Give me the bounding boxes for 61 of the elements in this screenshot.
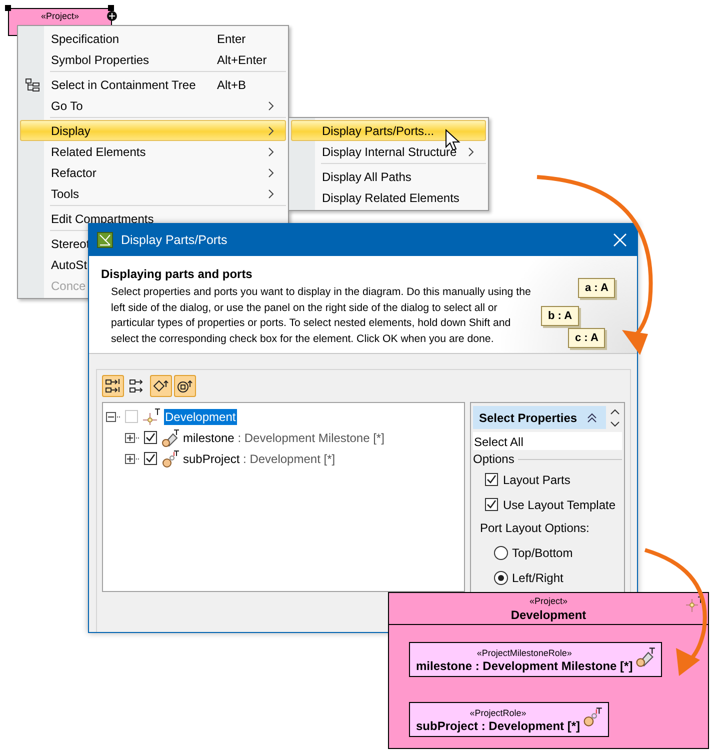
menu-item[interactable]: Display — [20, 120, 286, 141]
toolbar-button[interactable] — [150, 375, 172, 397]
menu-item[interactable]: Display Parts/Ports... — [291, 120, 486, 141]
checkbox-label: Use Layout Template — [503, 498, 616, 512]
menu-item[interactable]: Tools — [20, 183, 286, 204]
toolbar-button[interactable] — [174, 375, 196, 397]
stereotype-label: «Project» — [529, 596, 568, 606]
select-all-item[interactable]: Select All — [473, 432, 622, 450]
window-title: Display Parts/Ports — [121, 233, 228, 247]
tree-node[interactable]: milestone : Development Milestone [*] — [183, 430, 384, 444]
option-label: Port Layout Options: — [479, 520, 590, 537]
part-icon — [581, 707, 604, 727]
stereotype-label: «ProjectRole» — [470, 708, 526, 718]
app-icon — [97, 232, 113, 248]
tree-checkbox[interactable] — [144, 452, 157, 465]
part-icon — [160, 450, 180, 468]
menu-item[interactable]: Go To — [20, 95, 286, 116]
radio-label: Left/Right — [512, 570, 564, 584]
part-illustration: b : A — [541, 306, 580, 326]
tree-checkbox[interactable] — [144, 431, 157, 444]
menu-item[interactable]: Related Elements — [20, 141, 286, 162]
menu-item[interactable]: Symbol Properties Alt+Enter — [20, 49, 286, 70]
add-icon[interactable] — [107, 11, 117, 21]
group-label: Options — [473, 452, 514, 466]
part-illustration: a : A — [578, 278, 616, 298]
dialog-heading: Displaying parts and ports — [101, 267, 254, 281]
toolbar-button[interactable] — [102, 375, 124, 397]
part-icon — [634, 647, 656, 667]
expand-icon[interactable] — [125, 454, 141, 464]
menu-item[interactable]: Display Internal Structure — [291, 141, 486, 162]
tree-icon — [25, 78, 41, 92]
selection-handle[interactable] — [108, 5, 114, 11]
radio-label: Top/Bottom — [512, 546, 573, 560]
radio-button[interactable] — [494, 570, 508, 584]
stereotype-label: «ProjectMilestoneRole» — [476, 648, 572, 658]
expand-icon[interactable] — [125, 432, 141, 442]
menu-item[interactable]: Display Related Elements — [291, 187, 486, 208]
checkbox-label: Layout Parts — [503, 472, 570, 486]
part-icon — [160, 428, 180, 446]
menu-item[interactable]: Select in Containment Tree Alt+B — [20, 74, 286, 95]
part-illustration: c : A — [568, 328, 606, 348]
tree-node[interactable]: Development — [164, 408, 237, 424]
checkbox[interactable] — [485, 473, 498, 486]
menu-item[interactable]: Display All Paths — [291, 166, 486, 187]
menu-item[interactable]: Refactor — [20, 162, 286, 183]
stereotype-label: «Project» — [40, 11, 80, 23]
radio-button[interactable] — [494, 546, 508, 560]
collapse-icon[interactable] — [106, 412, 122, 422]
close-button[interactable] — [611, 231, 629, 249]
toolbar-icon — [104, 377, 122, 395]
crosshair-icon — [141, 408, 161, 426]
tree-node[interactable]: subProject : Development [*] — [183, 452, 336, 466]
dialog-description: Select properties and ports you want to display in the diagram. Do this manually using the left side of the dialog, or use the panel on the right side of the dialog to select all or particular types of properties or ports. To select nested elements, hold down Shift and select the corresponding check box for the element. Click OK when you are done. — [110, 285, 532, 346]
block-name: Development — [510, 608, 586, 622]
collapse-icon[interactable] — [587, 412, 598, 422]
crosshair-icon — [684, 596, 704, 614]
checkbox[interactable] — [485, 498, 498, 511]
part-label: milestone : Development Milestone [*] — [416, 659, 633, 673]
part-label: subProject : Development [*] — [416, 719, 580, 733]
selection-handle[interactable] — [5, 5, 11, 11]
section-header[interactable]: Select Properties — [473, 406, 606, 429]
